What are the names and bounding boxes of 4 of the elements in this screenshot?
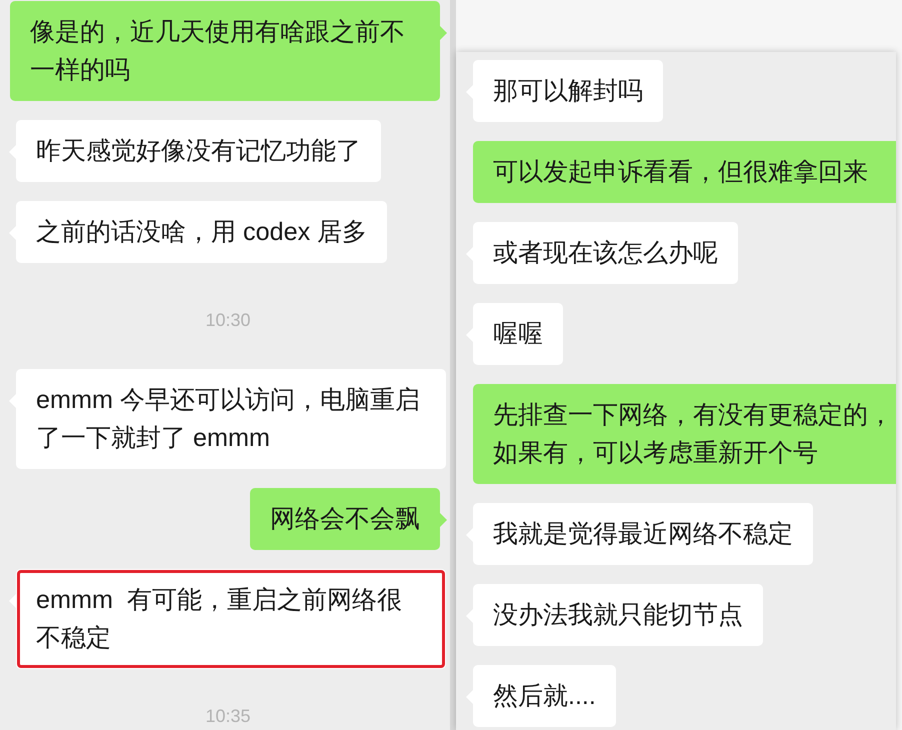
message-bubble: 可以发起申诉看看，但很难拿回来 bbox=[473, 141, 896, 203]
timestamp: 10:35 bbox=[205, 706, 251, 726]
message-bubble: 先排查一下网络，有没有更稳定的，如果有，可以考虑重新开个号 bbox=[473, 384, 896, 484]
timestamp: 10:30 bbox=[205, 310, 251, 330]
